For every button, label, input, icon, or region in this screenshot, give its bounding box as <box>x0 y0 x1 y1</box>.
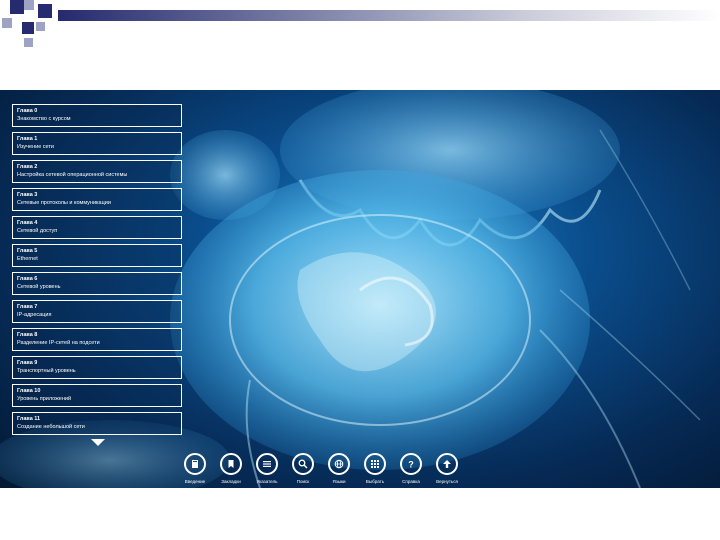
chapter-title: Глава 11 <box>17 416 41 422</box>
deco-square <box>10 0 24 14</box>
chapter-item-7[interactable]: Глава 7 IP-адресация <box>12 300 182 323</box>
chapter-subtitle: Сетевой доступ <box>17 228 58 234</box>
deco-square <box>24 0 34 10</box>
chapter-subtitle: Разделение IP-сетей на подсети <box>17 340 100 346</box>
globe-icon <box>328 453 350 475</box>
chapter-subtitle: Уровень приложений <box>17 396 72 402</box>
chapter-subtitle: Сетевые протоколы и коммуникации <box>17 200 111 206</box>
chapter-item-0[interactable]: Глава 0 Знакомство с курсом <box>12 104 182 127</box>
chapter-item-10[interactable]: Глава 10 Уровень приложений <box>12 384 182 407</box>
languages-button[interactable]: Языки <box>322 453 356 484</box>
grid-icon <box>364 453 386 475</box>
search-icon <box>292 453 314 475</box>
chapter-title: Глава 1 <box>17 136 38 142</box>
decorative-header <box>0 0 720 50</box>
chapter-title: Глава 7 <box>17 304 38 310</box>
deco-square <box>38 4 52 18</box>
tool-label: Указатель <box>256 479 278 484</box>
help-button[interactable]: ? Справка <box>394 453 428 484</box>
help-icon: ? <box>400 453 422 475</box>
chapter-subtitle: Изучение сети <box>17 144 55 150</box>
chapter-subtitle: Настройка сетевой операционной системы <box>17 172 128 178</box>
tool-label: Языки <box>332 479 346 484</box>
chapter-title: Глава 6 <box>17 276 38 282</box>
bookmark-icon <box>220 453 242 475</box>
tool-label: Закладки <box>221 479 241 484</box>
chapter-list: Глава 0 Знакомство с курсом Глава 1 Изуч… <box>12 104 182 440</box>
deco-square <box>22 22 34 34</box>
list-icon <box>256 453 278 475</box>
chapter-subtitle: Сетевой уровень <box>17 284 61 290</box>
chapter-item-1[interactable]: Глава 1 Изучение сети <box>12 132 182 155</box>
chapter-item-5[interactable]: Глава 5 Ethernet <box>12 244 182 267</box>
chapter-title: Глава 0 <box>17 108 38 114</box>
svg-text:?: ? <box>408 460 414 470</box>
course-screen: Глава 0 Знакомство с курсом Глава 1 Изуч… <box>0 90 720 488</box>
chapter-item-2[interactable]: Глава 2 Настройка сетевой операционной с… <box>12 160 182 183</box>
search-button[interactable]: Поиск <box>286 453 320 484</box>
chapter-item-8[interactable]: Глава 8 Разделение IP-сетей на подсети <box>12 328 182 351</box>
scroll-down-arrow-icon[interactable] <box>91 439 105 446</box>
intro-button[interactable]: Введение <box>178 453 212 484</box>
arrow-up-icon <box>436 453 458 475</box>
chapter-title: Глава 2 <box>17 164 38 170</box>
tool-label: Введение <box>184 479 206 484</box>
chapter-subtitle: Создание небольшой сети <box>17 424 85 430</box>
chapter-item-9[interactable]: Глава 9 Транспортный уровень <box>12 356 182 379</box>
chapter-item-3[interactable]: Глава 3 Сетевые протоколы и коммуникации <box>12 188 182 211</box>
bottom-toolbar: Введение Закладки Указатель Поиск Языки <box>178 453 478 487</box>
chapter-subtitle: Ethernet <box>17 256 38 262</box>
chapter-item-6[interactable]: Глава 6 Сетевой уровень <box>12 272 182 295</box>
select-button[interactable]: Выбрать <box>358 453 392 484</box>
index-button[interactable]: Указатель <box>250 453 284 484</box>
chapter-title: Глава 5 <box>17 248 38 254</box>
deco-square <box>24 38 33 47</box>
header-gradient-bar <box>58 10 720 21</box>
deco-square <box>36 22 45 31</box>
tool-label: Поиск <box>296 479 310 484</box>
chapter-title: Глава 3 <box>17 192 38 198</box>
chapter-title: Глава 9 <box>17 360 38 366</box>
chapter-item-11[interactable]: Глава 11 Создание небольшой сети <box>12 412 182 435</box>
chapter-item-4[interactable]: Глава 4 Сетевой доступ <box>12 216 182 239</box>
book-icon <box>184 453 206 475</box>
chapter-title: Глава 4 <box>17 220 38 226</box>
bookmarks-button[interactable]: Закладки <box>214 453 248 484</box>
tool-label: Справка <box>402 479 420 484</box>
tool-label: Вернуться <box>436 479 458 484</box>
deco-square <box>2 18 12 28</box>
chapter-subtitle: IP-адресация <box>17 312 52 318</box>
chapter-subtitle: Знакомство с курсом <box>17 116 71 122</box>
chapter-subtitle: Транспортный уровень <box>17 368 76 374</box>
return-button[interactable]: Вернуться <box>430 453 464 484</box>
chapter-title: Глава 10 <box>17 388 41 394</box>
chapter-title: Глава 8 <box>17 332 38 338</box>
tool-label: Выбрать <box>365 479 385 484</box>
